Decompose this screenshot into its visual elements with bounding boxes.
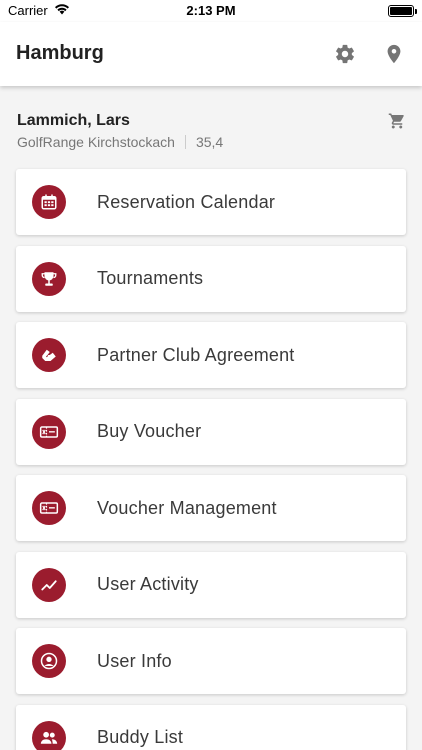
cart-icon[interactable]	[388, 112, 406, 130]
menu-item-voucher-management[interactable]: Voucher Management	[16, 475, 406, 541]
user-club-line: GolfRange Kirchstockach 35,4	[17, 134, 223, 150]
menu-item-reservation-calendar[interactable]: Reservation Calendar	[16, 169, 406, 235]
menu-item-label: User Activity	[97, 574, 199, 594]
battery-icon	[388, 5, 417, 17]
clock: 2:13 PM	[186, 3, 236, 18]
voucher-icon	[32, 491, 66, 525]
menu-item-label: User Info	[97, 650, 172, 671]
user-icon	[32, 644, 66, 678]
menu-item-user-activity[interactable]: User Activity	[16, 551, 406, 618]
gear-icon[interactable]	[333, 42, 357, 66]
menu-item-label: Buy Voucher	[97, 421, 202, 441]
status-bar: Carrier 2:13 PM	[0, 0, 422, 22]
menu-item-label: Buddy List	[97, 727, 184, 747]
user-summary: Lammich, Lars GolfRange Kirchstockach 35…	[0, 86, 422, 164]
main-menu: Reservation Calendar Tournaments Partner…	[16, 169, 406, 750]
voucher-icon	[32, 414, 66, 449]
menu-item-partner-club-agreement[interactable]: Partner Club Agreement	[16, 322, 406, 388]
navigation-bar: Hamburg	[0, 22, 422, 86]
menu-item-label: Tournaments	[97, 268, 204, 288]
location-pin-icon[interactable]	[382, 42, 406, 66]
menu-item-buy-voucher[interactable]: Buy Voucher	[16, 398, 406, 465]
menu-item-label: Partner Club Agreement	[97, 344, 295, 365]
user-name: Lammich, Lars	[17, 112, 130, 129]
activity-chart-icon	[32, 567, 66, 602]
menu-item-tournaments[interactable]: Tournaments	[16, 245, 406, 312]
calendar-icon	[32, 185, 66, 219]
menu-item-label: Reservation Calendar	[97, 191, 276, 212]
page-title: Hamburg	[16, 42, 104, 64]
handicap-value: 35,4	[195, 134, 224, 150]
handshake-icon	[32, 338, 66, 372]
divider	[184, 135, 186, 149]
menu-item-user-info[interactable]: User Info	[16, 628, 406, 694]
trophy-icon	[32, 261, 66, 296]
buddies-icon	[32, 720, 66, 750]
menu-item-buddy-list[interactable]: Buddy List	[16, 704, 406, 750]
club-name: GolfRange Kirchstockach	[17, 134, 175, 150]
menu-item-label: Voucher Management	[97, 497, 277, 518]
